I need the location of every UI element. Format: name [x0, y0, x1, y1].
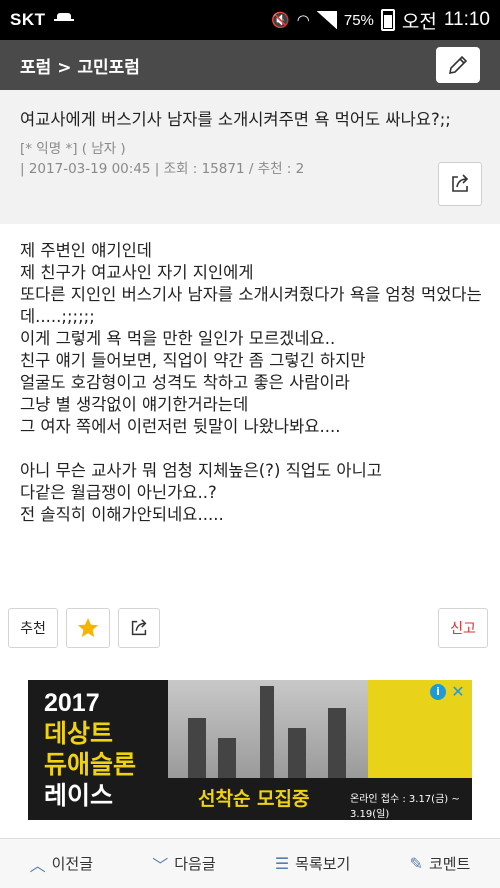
body-line: 그냥 별 생각없이 얘기한거라는데 — [20, 395, 249, 414]
ad-title-race: 레이스 — [44, 782, 114, 810]
ad-title: 2017 데상트 듀애슬론 레이스 — [44, 688, 136, 812]
recommend-button[interactable]: 추천 — [8, 608, 58, 648]
post-title: 여교사에게 버스기사 남자를 소개시켜주면 욕 먹어도 싸나요?;; — [20, 110, 451, 129]
pencil-icon — [448, 55, 468, 75]
mute-icon: 🔇 — [271, 12, 290, 29]
share-button-top[interactable] — [438, 162, 482, 206]
post-actions: 추천 신고 — [0, 608, 500, 652]
ad-headline: 선착순 모집중 — [198, 788, 310, 810]
carrier-label: SKT — [10, 10, 46, 29]
share-button[interactable] — [118, 608, 160, 648]
ampm-label: 오전 — [401, 11, 437, 33]
comment-label: 코멘트 — [428, 855, 471, 873]
next-post-label: 다음글 — [174, 855, 216, 873]
write-button[interactable] — [436, 47, 480, 83]
post-body: 제 주변인 얘기인데 제 친구가 여교사인 자기 지인에게 또다른 지인인 버스… — [20, 240, 482, 526]
share-icon — [131, 619, 147, 636]
prev-post-button[interactable]: ︿ 이전글 — [30, 852, 93, 876]
ad-city-image — [168, 680, 368, 778]
post-stats: | 2017-03-19 00:45 | 조회 : 15871 / 추천 : 2 — [20, 161, 305, 177]
favorite-button[interactable] — [66, 608, 110, 648]
body-line: 다같은 월급쟁이 아닌가요..? — [20, 483, 217, 502]
ad-close-icon[interactable]: ✕ — [450, 684, 466, 700]
list-icon: ☰ — [274, 854, 290, 873]
next-post-button[interactable]: ﹀ 다음글 — [152, 852, 215, 876]
ad-info-icon[interactable]: i — [430, 684, 446, 700]
body-line: 제 주변인 얘기인데 — [20, 241, 152, 260]
comment-button[interactable]: ✎ 코멘트 — [410, 853, 471, 874]
status-bar: SKT 🔇 ◠ 75% 오전 11:10 — [0, 0, 500, 40]
body-line: 이게 그렇게 욕 먹을 만한 일인가 모르겠네요.. — [20, 329, 336, 348]
ad-banner[interactable]: 2017 데상트 듀애슬론 레이스 선착순 모집중 온라인 접수 : 3.17(… — [28, 680, 472, 820]
ad-title-event: 듀애슬론 — [44, 751, 137, 779]
body-line: 그 여자 쪽에서 이런저런 뒷말이 나왔나봐요.... — [20, 417, 341, 436]
status-indicators: 🔇 ◠ 75% 오전 11:10 — [271, 7, 490, 34]
body-line: 또다른 지인인 버스기사 남자를 소개시켜줬다가 욕을 엄청 먹었다는데....… — [20, 285, 482, 326]
star-icon — [78, 618, 98, 637]
body-line: 전 솔직히 이해가안되네요..... — [20, 505, 224, 524]
body-line: 친구 얘기 들어보면, 직업이 약간 좀 그렇긴 하지만 — [20, 351, 366, 370]
pencil-icon: ✎ — [409, 854, 423, 873]
body-line: 얼굴도 호감형이고 성격도 착하고 좋은 사람이라 — [20, 373, 350, 392]
prev-post-label: 이전글 — [51, 855, 94, 873]
ad-title-brand: 데상트 — [44, 720, 114, 748]
battery-percent: 75% — [343, 11, 374, 29]
report-button[interactable]: 신고 — [438, 608, 488, 648]
battery-icon — [380, 9, 395, 31]
chevron-up-icon: ︿ — [29, 855, 46, 875]
forum-header: 포럼 > 고민포럼 — [0, 40, 500, 90]
list-label: 목록보기 — [295, 855, 351, 873]
body-line: 제 친구가 여교사인 자기 지인에게 — [20, 263, 254, 282]
signal-icon — [316, 11, 337, 29]
breadcrumb[interactable]: 포럼 > 고민포럼 — [20, 53, 140, 78]
chevron-down-icon: ﹀ — [152, 855, 169, 875]
list-button[interactable]: ☰ 목록보기 — [275, 853, 351, 874]
post-meta: [* 익명 *] ( 남자 ) | 2017-03-19 00:45 | 조회 … — [20, 139, 480, 179]
post-header: 여교사에게 버스기사 남자를 소개시켜주면 욕 먹어도 싸나요?;; [* 익명… — [0, 90, 500, 224]
share-icon — [452, 174, 469, 192]
body-line: 아니 무슨 교사가 뭐 엄청 지체높은(?) 직업도 아니고 — [20, 461, 382, 480]
bottom-nav: ︿ 이전글 ﹀ 다음글 ☰ 목록보기 ✎ 코멘트 — [0, 838, 500, 888]
wifi-icon: ◠ — [296, 12, 310, 29]
ad-dates: 온라인 접수 : 3.17(금) ~ 3.19(일) — [350, 794, 460, 820]
ad-title-year: 2017 — [44, 689, 100, 717]
incognito-icon — [53, 13, 74, 27]
body-line — [20, 438, 482, 460]
clock: 11:10 — [443, 9, 490, 30]
post-author: [* 익명 *] ( 남자 ) — [20, 141, 126, 157]
